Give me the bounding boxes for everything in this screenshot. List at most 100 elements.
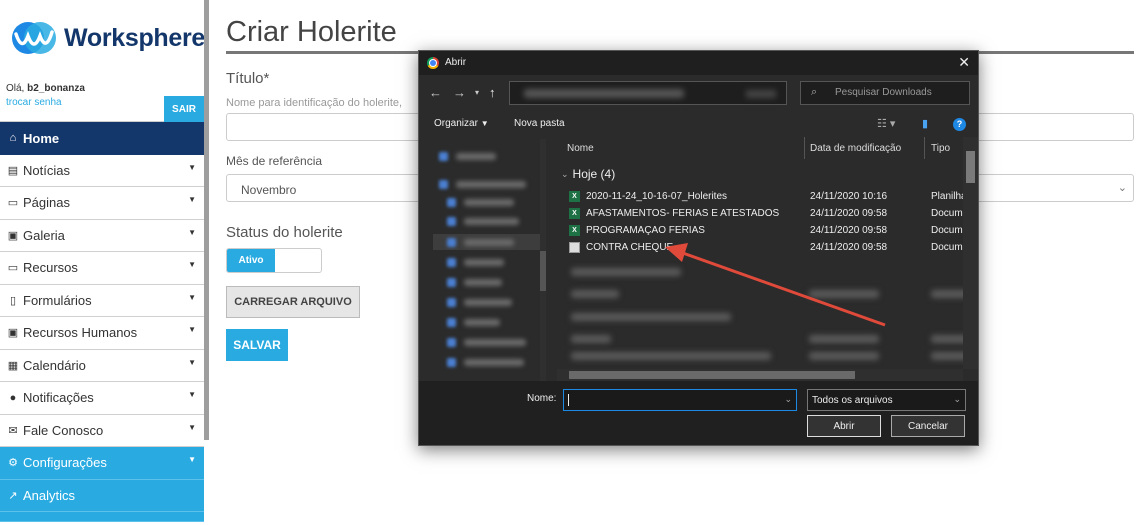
blurred-file-row bbox=[571, 335, 611, 343]
sidebar-item-more[interactable] bbox=[0, 512, 204, 522]
caret-down-icon: ▼ bbox=[188, 227, 196, 237]
excel-icon: X bbox=[569, 225, 580, 236]
sidebar-item-label: Calendário bbox=[23, 357, 86, 373]
sidebar-item-recursos-humanos[interactable]: ▣ Recursos Humanos ▼ bbox=[0, 317, 204, 350]
file-row[interactable]: X 2020-11-24_10-16-07_Holerites 24/11/20… bbox=[557, 188, 978, 205]
sidebar-item-calendario[interactable]: ▦ Calendário ▼ bbox=[0, 349, 204, 382]
nav-item[interactable] bbox=[447, 277, 502, 287]
close-icon[interactable]: ✕ bbox=[958, 54, 970, 71]
forward-arrow-icon[interactable]: → bbox=[453, 85, 466, 100]
nav-item[interactable] bbox=[447, 257, 504, 267]
filetype-select[interactable]: Todos os arquivos ⌄ bbox=[807, 389, 966, 411]
status-toggle[interactable]: Ativo bbox=[226, 248, 322, 273]
nav-item-icon bbox=[447, 337, 456, 347]
sidebar-item-galeria[interactable]: ▣ Galeria ▼ bbox=[0, 219, 204, 252]
file-list-scrollbar-thumb[interactable] bbox=[966, 151, 975, 183]
chevron-down-icon: ⌄ bbox=[561, 168, 569, 179]
search-placeholder: Pesquisar Downloads bbox=[835, 87, 932, 98]
recent-dropdown-icon[interactable]: ▾ bbox=[475, 88, 479, 97]
file-name: CONTRA CHEQUE bbox=[586, 242, 674, 253]
sidebar-item-paginas[interactable]: ▭ Páginas ▼ bbox=[0, 187, 204, 220]
address-bar[interactable] bbox=[509, 81, 787, 105]
month-select-value: Novembro bbox=[241, 183, 297, 197]
caret-down-icon: ▼ bbox=[188, 260, 196, 269]
nav-item[interactable] bbox=[447, 337, 526, 347]
filename-input[interactable]: ⌄ bbox=[563, 389, 797, 411]
sidebar-item-noticias[interactable]: ▤ Notícias ▼ bbox=[0, 154, 204, 187]
caret-down-icon: ▼ bbox=[188, 195, 196, 204]
upload-file-button[interactable]: CARREGAR ARQUIVO bbox=[226, 286, 360, 318]
nav-item-label bbox=[464, 298, 512, 306]
file-type: Docum bbox=[931, 225, 963, 236]
dialog-titlebar[interactable]: Abrir ✕ bbox=[419, 51, 978, 75]
logo[interactable]: Worksphere bbox=[10, 18, 205, 58]
up-arrow-icon[interactable]: ↑ bbox=[489, 85, 496, 100]
blurred-file-date bbox=[809, 335, 879, 343]
file-icon: ▯ bbox=[9, 294, 17, 307]
open-button[interactable]: Abrir bbox=[807, 415, 881, 437]
excel-icon: X bbox=[569, 191, 580, 202]
nav-item[interactable] bbox=[447, 237, 514, 247]
sidebar-item-formularios[interactable]: ▯ Formulários ▼ bbox=[0, 284, 204, 317]
sidebar-item-label: Configurações bbox=[23, 455, 107, 471]
sidebar-item-configuracoes[interactable]: ⚙ Configurações ▼ bbox=[0, 447, 204, 480]
sidebar-item-analytics[interactable]: ↗ Analytics bbox=[0, 479, 204, 512]
sidebar-item-fale-conosco[interactable]: ✉ Fale Conosco ▼ bbox=[0, 414, 204, 447]
sidebar-item-label: Galeria bbox=[23, 227, 65, 243]
back-arrow-icon[interactable]: ← bbox=[429, 85, 442, 100]
nav-item[interactable] bbox=[447, 197, 514, 207]
nav-item-label bbox=[464, 198, 514, 206]
column-type[interactable]: Tipo bbox=[931, 143, 950, 154]
sidebar-menu: ⌂ Home ▤ Notícias ▼ ▭ Páginas ▼ ▣ Galeri… bbox=[0, 122, 204, 522]
nav-scrollbar-thumb[interactable] bbox=[540, 251, 546, 291]
status-label: Status do holerite bbox=[226, 224, 343, 241]
file-list-hscrollbar-thumb[interactable] bbox=[569, 371, 855, 379]
change-password-link[interactable]: trocar senha bbox=[6, 97, 62, 108]
sidebar-item-home[interactable]: ⌂ Home bbox=[0, 122, 204, 155]
month-label: Mês de referência bbox=[226, 154, 323, 168]
navigation-pane[interactable] bbox=[433, 139, 551, 381]
nav-item-icon bbox=[439, 151, 448, 161]
nav-item[interactable] bbox=[439, 179, 526, 189]
group-header-today[interactable]: ⌄ Hoje (4) bbox=[561, 167, 615, 181]
preview-pane-icon[interactable]: ▮ bbox=[922, 117, 928, 130]
column-date[interactable]: Data de modificação bbox=[810, 143, 901, 154]
nav-item[interactable] bbox=[447, 317, 500, 327]
nav-item[interactable] bbox=[447, 357, 524, 367]
title-label: Título* bbox=[226, 70, 270, 87]
column-divider[interactable] bbox=[924, 137, 925, 159]
filetype-value: Todos os arquivos bbox=[812, 395, 893, 406]
cancel-button[interactable]: Cancelar bbox=[891, 415, 965, 437]
file-type: Docum bbox=[931, 208, 963, 219]
nav-item-label bbox=[456, 180, 526, 188]
column-divider[interactable] bbox=[804, 137, 805, 159]
nav-item[interactable] bbox=[447, 297, 512, 307]
nav-item[interactable] bbox=[447, 216, 519, 226]
sidebar-item-notificacoes[interactable]: ● Notificações ▼ bbox=[0, 382, 204, 415]
file-row[interactable]: X AFASTAMENTOS- FERIAS E ATESTADOS 24/11… bbox=[557, 205, 978, 222]
file-row[interactable]: CONTRA CHEQUE 24/11/2020 09:58 Docum bbox=[557, 239, 978, 256]
nav-item-label bbox=[456, 152, 496, 160]
file-date: 24/11/2020 09:58 bbox=[810, 242, 888, 253]
nav-item[interactable] bbox=[439, 151, 496, 161]
nav-item-icon bbox=[447, 297, 456, 307]
title-hint: Nome para identificação do holerite, bbox=[226, 97, 403, 109]
chevron-down-icon[interactable]: ⌄ bbox=[784, 394, 792, 405]
file-list: Nome Data de modificação Tipo ⌄ Hoje (4)… bbox=[557, 137, 978, 385]
column-name[interactable]: Nome bbox=[567, 143, 594, 154]
file-type: Planilha bbox=[931, 191, 967, 202]
group-label: Hoje (4) bbox=[572, 167, 616, 181]
new-folder-button[interactable]: Nova pasta bbox=[514, 118, 565, 129]
search-box[interactable]: ⌕ Pesquisar Downloads bbox=[800, 81, 970, 105]
nav-item-icon bbox=[447, 277, 456, 287]
view-options-icon[interactable]: ☷ ▾ bbox=[877, 117, 895, 130]
save-button[interactable]: SALVAR bbox=[226, 329, 288, 361]
address-path bbox=[524, 89, 684, 98]
sidebar-item-recursos[interactable]: ▭ Recursos ▼ bbox=[0, 252, 204, 285]
help-icon[interactable]: ? bbox=[953, 118, 966, 131]
organize-button[interactable]: Organizar ▼ bbox=[434, 118, 489, 129]
sidebar-scrollbar[interactable] bbox=[204, 0, 209, 440]
file-row[interactable]: X PROGRAMAÇAO FERIAS 24/11/2020 09:58 Do… bbox=[557, 222, 978, 239]
logout-button[interactable]: SAIR bbox=[164, 96, 204, 122]
user-row: trocar senha SAIR bbox=[0, 96, 204, 122]
